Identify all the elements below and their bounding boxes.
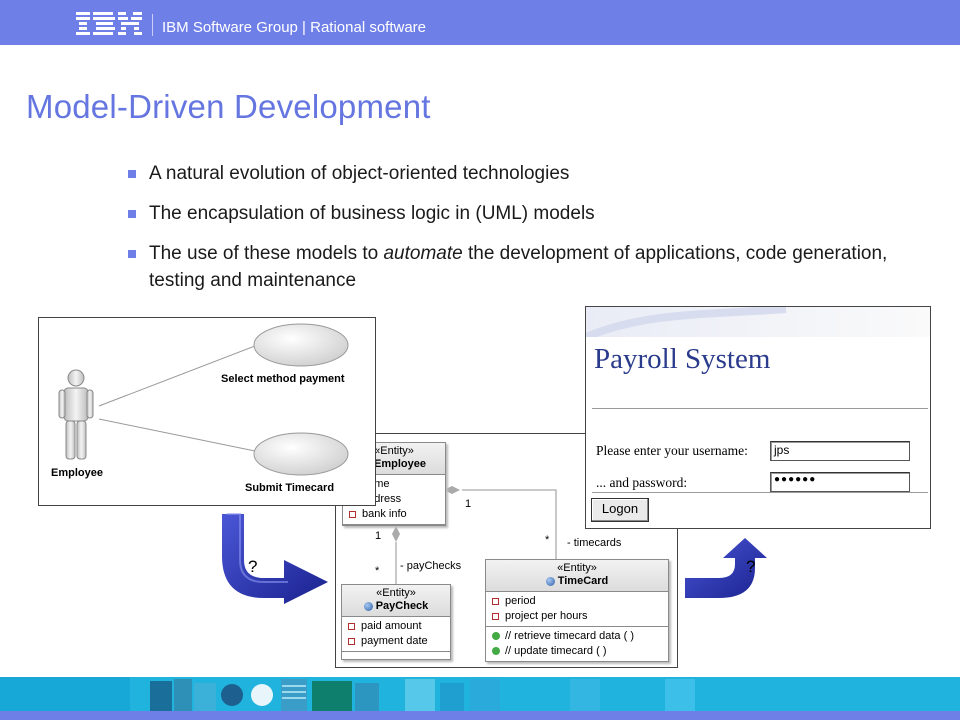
- operation-icon: [492, 632, 500, 641]
- payroll-title: Payroll System: [594, 343, 771, 375]
- attribute-icon: [348, 637, 355, 645]
- password-field[interactable]: ●●●●●●: [770, 472, 910, 492]
- operation-row: // update timecard ( ): [492, 644, 668, 659]
- actor-figure: [58, 369, 94, 460]
- slide-title: Model-Driven Development: [26, 88, 431, 125]
- password-label: ... and password:: [596, 475, 688, 490]
- multiplicity-label: 1: [465, 498, 472, 510]
- header-group-title: IBM Software Group | Rational software: [162, 19, 427, 36]
- divider: [592, 492, 928, 493]
- header-bar: IBM Software Group | Rational software: [0, 0, 960, 45]
- multiplicity-label: *: [375, 565, 380, 577]
- payroll-banner-decoration: [586, 307, 930, 337]
- entity-icon: [363, 601, 373, 611]
- actor-label: Employee: [51, 467, 103, 479]
- multiplicity-label: *: [545, 534, 550, 546]
- logon-button[interactable]: Logon: [591, 498, 649, 522]
- attribute-icon: [492, 597, 499, 605]
- use-case-label: Submit Timecard: [245, 482, 335, 494]
- left-flow-arrow: [222, 513, 328, 604]
- bullet-item: The use of these models to automate the …: [125, 240, 915, 294]
- bullet-marker: [128, 250, 136, 258]
- bullet-list: A natural evolution of object-oriented t…: [125, 160, 915, 307]
- attribute-row: bank info: [349, 507, 445, 522]
- use-case-label: Select method payment: [221, 373, 345, 385]
- operation-row: // retrieve timecard data ( ): [492, 629, 668, 644]
- payroll-window: Payroll System Please enter your usernam…: [585, 306, 931, 529]
- bullet-marker: [128, 170, 136, 178]
- bullet-item: The encapsulation of business logic in (…: [125, 200, 915, 227]
- right-flow-arrow: [685, 538, 767, 598]
- attribute-row: paid amount: [348, 619, 450, 634]
- attribute-icon: [349, 510, 356, 518]
- right-question-mark: ?: [746, 557, 756, 576]
- attribute-icon: [492, 612, 499, 620]
- entity-icon: [545, 576, 555, 586]
- username-field[interactable]: jps: [770, 441, 910, 461]
- footer-decoration: [0, 677, 695, 711]
- paycheck-class[interactable]: «Entity» PayCheck paid amount payment da…: [341, 584, 451, 660]
- left-question-mark: ?: [248, 557, 258, 576]
- attribute-row: payment date: [348, 634, 450, 649]
- role-label: - payChecks: [400, 560, 462, 572]
- multiplicity-label: 1: [375, 530, 382, 542]
- header-divider: [152, 14, 153, 36]
- bullet-item: A natural evolution of object-oriented t…: [125, 160, 915, 187]
- role-label: - timecards: [567, 537, 622, 549]
- operation-icon: [492, 647, 500, 656]
- use-case-panel: Employee Select method payment Submit Ti…: [38, 317, 376, 506]
- attribute-row: project per hours: [492, 609, 668, 624]
- bullet-text: The use of these models to automate the …: [149, 243, 888, 291]
- attribute-row: period: [492, 594, 668, 609]
- attribute-icon: [348, 622, 355, 630]
- bullet-marker: [128, 210, 136, 218]
- footer-strip: [0, 711, 960, 720]
- username-label: Please enter your username:: [596, 443, 748, 458]
- timecard-class[interactable]: «Entity» TimeCard period project per hou…: [485, 559, 669, 662]
- divider: [592, 408, 928, 409]
- ibm-logo: [76, 12, 142, 35]
